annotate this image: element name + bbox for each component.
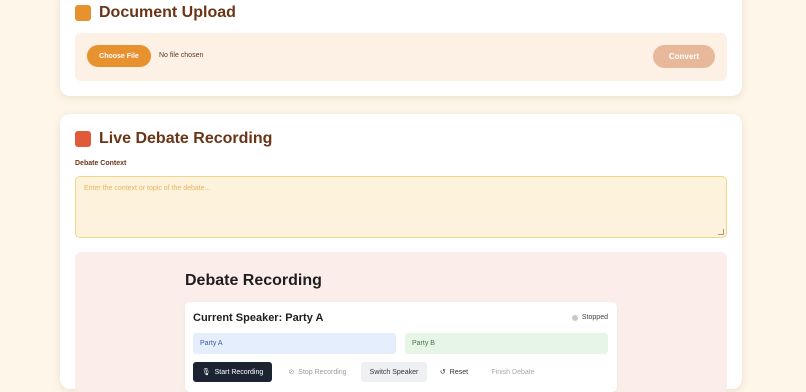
recording-panel: Current Speaker: Party A Stopped Party A… xyxy=(185,302,617,392)
finish-debate-button[interactable]: Finish Debate xyxy=(483,362,543,382)
stop-recording-label: Stop Recording xyxy=(298,368,347,376)
stop-recording-button[interactable]: ⊘ Stop Recording xyxy=(278,362,357,382)
current-speaker: Current Speaker: Party A xyxy=(193,312,324,324)
start-recording-label: Start Recording xyxy=(214,368,264,376)
debate-context-label: Debate Context xyxy=(75,160,127,167)
debate-context-textarea[interactable]: Enter the context or topic of the debate… xyxy=(75,176,727,238)
start-recording-button[interactable]: 🎙 Start Recording xyxy=(193,362,272,382)
document-upload-heading: Document Upload xyxy=(75,4,236,22)
live-debate-title: Live Debate Recording xyxy=(99,130,273,147)
upload-section-icon xyxy=(75,5,91,21)
status-text: Stopped xyxy=(581,314,608,321)
live-debate-heading: Live Debate Recording xyxy=(75,130,272,148)
document-upload-title: Document Upload xyxy=(99,4,236,21)
choose-file-button[interactable]: Choose File xyxy=(87,45,151,67)
debate-recording-area: Debate Recording Current Speaker: Party … xyxy=(75,252,727,392)
switch-speaker-button[interactable]: Switch Speaker xyxy=(361,362,427,382)
status-dot-icon xyxy=(571,314,578,321)
debate-section-icon xyxy=(75,131,91,147)
file-upload-area: Choose File No file chosen Convert xyxy=(75,33,727,81)
reset-button[interactable]: ↺ Reset xyxy=(433,362,475,382)
convert-button[interactable]: Convert xyxy=(653,45,715,68)
resize-handle-icon[interactable] xyxy=(718,229,724,235)
reset-label: Reset xyxy=(449,368,469,376)
live-debate-card: Live Debate Recording Debate Context Ent… xyxy=(60,114,742,392)
debate-context-placeholder: Enter the context or topic of the debate… xyxy=(84,185,211,192)
party-b-box: Party B xyxy=(405,333,608,354)
file-status-text: No file chosen xyxy=(159,52,204,59)
party-a-box: Party A xyxy=(193,333,396,354)
recording-status: Stopped xyxy=(571,314,608,321)
debate-recording-title: Debate Recording xyxy=(185,272,322,289)
document-upload-card: Document Upload Choose File No file chos… xyxy=(60,0,742,96)
